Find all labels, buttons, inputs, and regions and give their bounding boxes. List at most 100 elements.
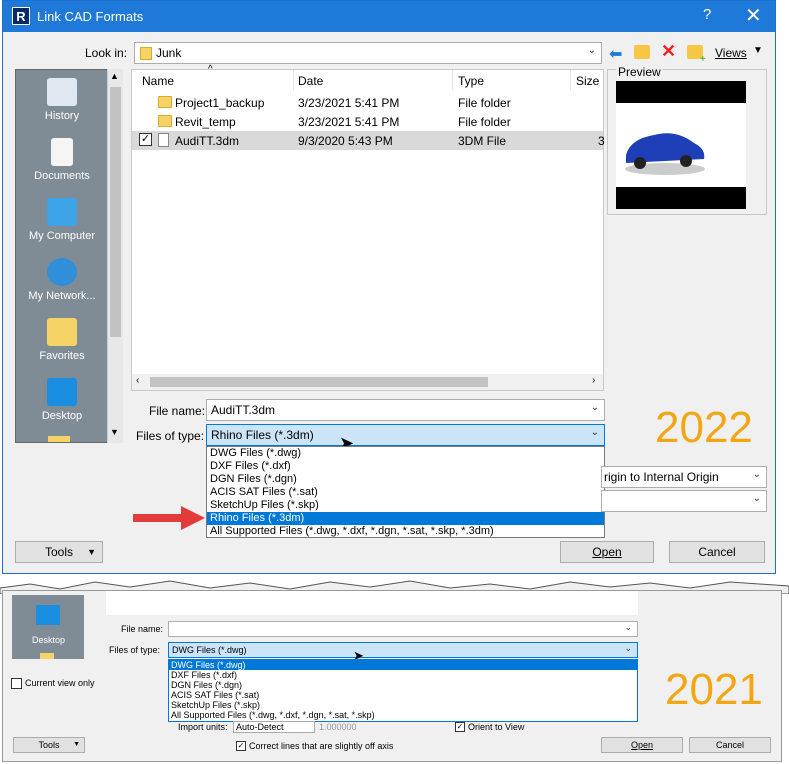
files-of-type-value: Rhino Files (*.3dm)	[211, 428, 314, 442]
computer-icon	[47, 198, 77, 226]
look-in-combo[interactable]: Junk ⌄	[134, 42, 602, 64]
files-of-type-combo[interactable]: DWG Files (*.dwg) ⌄	[168, 642, 638, 658]
views-menu[interactable]: Views	[715, 46, 747, 60]
correct-lines-checkbox[interactable]: ✓	[236, 741, 246, 751]
tools-label: Tools	[38, 740, 60, 750]
place-my-network[interactable]: My Network...	[16, 258, 108, 302]
scroll-left-icon[interactable]: ‹	[136, 375, 139, 386]
file-date: 3/23/2021 5:41 PM	[298, 115, 400, 129]
files-of-type-combo[interactable]: Rhino Files (*.3dm) ⌄	[206, 424, 605, 446]
place-desktop[interactable]: Desktop	[12, 595, 84, 659]
import-units-combo[interactable]: Auto-Detect	[233, 721, 315, 733]
place-favorites[interactable]: Favorites	[16, 318, 108, 362]
preview-panel: Preview	[607, 65, 767, 215]
delete-icon[interactable]: ✕	[661, 41, 676, 62]
chevron-down-icon[interactable]: ⌄	[753, 493, 761, 504]
red-arrow-icon	[133, 506, 205, 530]
open-label: Open	[592, 545, 622, 559]
chevron-down-icon[interactable]: ⌄	[591, 402, 599, 413]
type-option[interactable]: All Supported Files (*.dwg, *.dxf, *.dgn…	[210, 525, 494, 538]
place-history[interactable]: History	[16, 78, 108, 122]
preview-image	[616, 81, 746, 209]
chevron-down-icon[interactable]: ⌄	[624, 622, 632, 633]
type-option[interactable]: DWG Files (*.dwg)	[210, 447, 301, 460]
folder-icon	[158, 115, 172, 127]
scroll-right-icon[interactable]: ›	[592, 375, 595, 386]
placement-combo[interactable]: ⌄	[601, 490, 767, 512]
horizontal-scrollbar[interactable]: ‹ ›	[132, 374, 603, 390]
cancel-label: Cancel	[715, 740, 744, 750]
column-header-name[interactable]: Name	[142, 74, 174, 88]
tools-button[interactable]: Tools ▼	[13, 737, 85, 753]
import-units-label: Import units:	[178, 722, 228, 732]
place-label: My Computer	[28, 230, 96, 242]
type-option[interactable]: DGN Files (*.dgn)	[171, 680, 242, 690]
type-option[interactable]: ACIS SAT Files (*.sat)	[171, 690, 259, 700]
views-dropdown-icon[interactable]: ▼	[753, 45, 763, 56]
help-button[interactable]: ?	[703, 6, 711, 23]
place-documents[interactable]: Documents	[16, 138, 108, 182]
places-scrollbar[interactable]: ▲ ▼	[107, 69, 123, 443]
column-divider[interactable]	[452, 70, 453, 90]
file-name-label: File name:	[149, 404, 206, 418]
up-folder-icon[interactable]	[634, 45, 650, 59]
revit-logo-icon: R	[12, 7, 30, 25]
file-type: File folder	[458, 115, 511, 129]
orient-to-view-checkbox[interactable]: ✓	[455, 722, 465, 732]
type-option[interactable]: DGN Files (*.dgn)	[210, 473, 297, 486]
cancel-button[interactable]: Cancel	[689, 737, 771, 753]
chevron-down-icon[interactable]: ⌄	[591, 427, 599, 438]
desktop-icon	[47, 378, 77, 406]
tools-label: Tools	[44, 545, 73, 559]
scroll-thumb[interactable]	[150, 377, 488, 387]
file-row-selected[interactable]: ✓ AudiTT.3dm 9/3/2020 5:43 PM 3DM File 3	[132, 131, 605, 150]
column-header-type[interactable]: Type	[458, 74, 484, 88]
scroll-thumb[interactable]	[110, 87, 121, 337]
tools-button[interactable]: Tools ▼	[15, 541, 103, 563]
correct-lines-label: Correct lines that are slightly off axis	[249, 741, 394, 751]
documents-icon	[51, 138, 73, 166]
column-divider[interactable]	[293, 70, 294, 90]
plus-icon: +	[700, 54, 706, 65]
files-of-type-value: DWG Files (*.dwg)	[172, 645, 247, 655]
open-button[interactable]: Open	[560, 541, 654, 563]
scroll-up-icon[interactable]: ▲	[110, 71, 119, 81]
file-date: 9/3/2020 5:43 PM	[298, 134, 393, 148]
column-divider[interactable]	[570, 70, 571, 90]
current-view-only-checkbox[interactable]	[11, 678, 22, 689]
open-button[interactable]: Open	[601, 737, 683, 753]
checkbox-icon[interactable]: ✓	[139, 133, 152, 146]
scroll-down-icon[interactable]: ▼	[110, 427, 119, 437]
files-of-type-label: Files of type:	[109, 645, 161, 655]
type-option-selected[interactable]: DWG Files (*.dwg)	[169, 660, 637, 670]
type-option[interactable]: ACIS SAT Files (*.sat)	[210, 486, 318, 499]
look-in-value: Junk	[156, 46, 182, 60]
positioning-value: rigin to Internal Origin	[604, 470, 719, 484]
place-label: My Network...	[28, 290, 96, 302]
folder-icon	[140, 47, 152, 60]
type-option[interactable]: SketchUp Files (*.skp)	[171, 700, 260, 710]
scale-value[interactable]: 1.000000	[319, 722, 357, 732]
link-cad-dialog-2021: Desktop File name: ⌄ Files of type: DWG …	[2, 590, 782, 762]
cancel-button[interactable]: Cancel	[669, 541, 765, 563]
file-row[interactable]: Revit_temp 3/23/2021 5:41 PM File folder	[132, 112, 603, 131]
file-row[interactable]: Project1_backup 3/23/2021 5:41 PM File f…	[132, 93, 603, 112]
preview-label: Preview	[616, 65, 663, 79]
positioning-combo[interactable]: rigin to Internal Origin ⌄	[601, 466, 767, 488]
chevron-down-icon[interactable]: ⌄	[624, 643, 632, 654]
type-option[interactable]: All Supported Files (*.dwg, *.dxf, *.dgn…	[171, 710, 375, 720]
chevron-down-icon[interactable]: ⌄	[753, 469, 761, 480]
back-icon[interactable]: ⬅	[609, 44, 622, 64]
file-name-combo[interactable]: AudiTT.3dm ⌄	[206, 399, 605, 421]
type-option[interactable]: DXF Files (*.dxf)	[210, 460, 291, 473]
place-desktop[interactable]: Desktop	[16, 378, 108, 422]
column-header-size[interactable]: Size	[576, 74, 599, 88]
place-my-computer[interactable]: My Computer	[16, 198, 108, 242]
type-option[interactable]: DXF Files (*.dxf)	[171, 670, 237, 680]
file-name-combo[interactable]: ⌄	[168, 621, 638, 637]
type-option[interactable]: SketchUp Files (*.skp)	[210, 499, 319, 512]
type-option-selected[interactable]: Rhino Files (*.3dm)	[207, 512, 604, 525]
close-button[interactable]: ✕	[745, 3, 762, 28]
column-header-date[interactable]: Date	[298, 74, 323, 88]
file-type: File folder	[458, 96, 511, 110]
